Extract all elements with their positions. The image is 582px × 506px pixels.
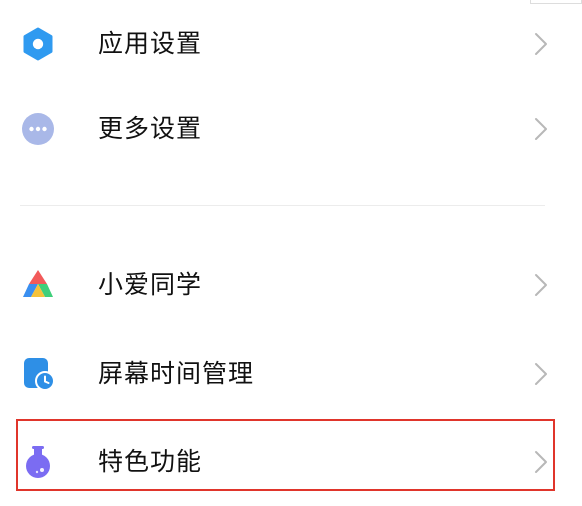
screen-time-icon bbox=[20, 356, 56, 392]
settings-item-screen-time[interactable]: 屏幕时间管理 bbox=[0, 330, 582, 418]
chevron-right-icon bbox=[534, 450, 548, 474]
flask-icon bbox=[20, 444, 56, 480]
settings-item-label: 应用设置 bbox=[98, 29, 203, 58]
more-icon bbox=[20, 111, 56, 147]
settings-item-xiaoai[interactable]: 小爱同学 bbox=[0, 241, 582, 329]
xiaoai-icon bbox=[20, 267, 56, 303]
settings-item-label: 特色功能 bbox=[98, 447, 203, 476]
settings-item-label: 小爱同学 bbox=[98, 270, 203, 299]
section-divider bbox=[20, 205, 545, 206]
gear-icon bbox=[20, 26, 56, 62]
settings-item-label: 更多设置 bbox=[98, 114, 203, 143]
settings-item-special-features[interactable]: 特色功能 bbox=[0, 418, 582, 506]
chevron-right-icon bbox=[534, 273, 548, 297]
settings-item-more-settings[interactable]: 更多设置 bbox=[0, 85, 582, 173]
settings-item-app-settings[interactable]: 应用设置 bbox=[0, 0, 582, 88]
chevron-right-icon bbox=[534, 362, 548, 386]
settings-item-label: 屏幕时间管理 bbox=[98, 359, 255, 388]
chevron-right-icon bbox=[534, 32, 548, 56]
chevron-right-icon bbox=[534, 117, 548, 141]
